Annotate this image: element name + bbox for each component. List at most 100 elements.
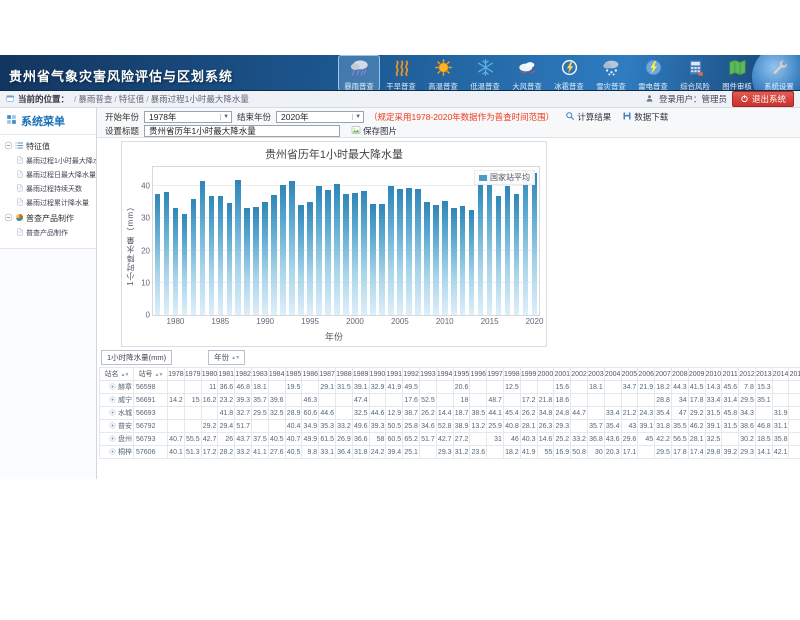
location-icon: [6, 94, 15, 104]
value-cell: 18.2: [503, 446, 520, 459]
chart-title-input[interactable]: 贵州省历年1小时最大降水量: [144, 125, 340, 137]
year-column-header[interactable]: 2007: [655, 368, 672, 381]
year-column-header[interactable]: 2012: [739, 368, 756, 381]
year-column-header[interactable]: 1993: [419, 368, 436, 381]
breadcrumb-item[interactable]: 特征值: [119, 94, 145, 104]
value-cell: [587, 394, 604, 407]
year-column-header[interactable]: 2013: [755, 368, 772, 381]
year-column-header[interactable]: 1994: [436, 368, 453, 381]
year-column-header[interactable]: 2015: [789, 368, 800, 381]
sidebar-group-2[interactable]: 普查产品制作: [0, 210, 96, 226]
year-column-header[interactable]: 2006: [638, 368, 655, 381]
year-column-header[interactable]: 2014: [772, 368, 789, 381]
measure-selector[interactable]: 1小时降水量(mm): [101, 350, 172, 365]
expand-plus-icon[interactable]: [109, 436, 116, 443]
nav-item-calculator[interactable]: 综合风险: [674, 55, 716, 91]
station-name-header[interactable]: 站名 ▲▼: [100, 368, 134, 381]
year-column-header[interactable]: 1979: [184, 368, 201, 381]
bar-2009: [433, 205, 439, 315]
value-cell: 39.1: [638, 420, 655, 433]
image-icon: [351, 125, 361, 137]
expand-plus-icon[interactable]: [109, 423, 116, 430]
year-column-header[interactable]: 1989: [352, 368, 369, 381]
expand-plus-icon[interactable]: [109, 410, 116, 417]
sidebar-item[interactable]: 暴雨过程日最大降水量: [0, 168, 96, 182]
expand-plus-icon[interactable]: [109, 397, 116, 404]
station-id: 56598: [134, 381, 168, 394]
refresh-button[interactable]: [778, 388, 795, 405]
calc-result-button[interactable]: 计算结果: [565, 111, 611, 123]
year-column-header[interactable]: 1982: [235, 368, 252, 381]
year-column-header[interactable]: 2008: [671, 368, 688, 381]
value-cell: 29.4: [218, 420, 235, 433]
nav-item-snow[interactable]: 雪灾普查: [590, 55, 632, 91]
year-column-header[interactable]: 1978: [168, 368, 185, 381]
year-column-header[interactable]: 1990: [369, 368, 386, 381]
value-cell: 34.8: [537, 407, 554, 420]
year-column-header[interactable]: 1980: [201, 368, 218, 381]
logout-button[interactable]: 退出系统: [732, 91, 794, 107]
data-download-button[interactable]: 数据下载: [622, 111, 668, 123]
year-column-header[interactable]: 1988: [335, 368, 352, 381]
breadcrumb-item[interactable]: 暴雨普查: [78, 94, 112, 104]
nav-item-wind[interactable]: 大风普查: [506, 55, 548, 91]
year-column-header[interactable]: 1996: [470, 368, 487, 381]
breadcrumb-separator: /: [74, 94, 76, 104]
sidebar-item[interactable]: 暴雨过程累计降水量: [0, 196, 96, 210]
nav-item-drought[interactable]: 干旱普查: [380, 55, 422, 91]
page-icon: [16, 228, 24, 238]
year-column-header[interactable]: 1986: [302, 368, 319, 381]
value-cell: 60.6: [302, 407, 319, 420]
sidebar-item[interactable]: 普查产品制作: [0, 226, 96, 240]
sidebar-group-1[interactable]: 特征值: [0, 138, 96, 154]
value-cell: 14.1: [755, 446, 772, 459]
nav-item-sun[interactable]: 高温普查: [422, 55, 464, 91]
year-column-header[interactable]: 1987: [319, 368, 336, 381]
year-column-header[interactable]: 1981: [218, 368, 235, 381]
end-year-select[interactable]: 2020年 ▼: [276, 111, 364, 123]
year-column-header[interactable]: 2003: [587, 368, 604, 381]
year-column-header[interactable]: 2009: [688, 368, 705, 381]
nav-item-lightning[interactable]: 雷电普查: [632, 55, 674, 91]
value-cell: [251, 420, 268, 433]
station-id-header[interactable]: 站号 ▲▼: [134, 368, 168, 381]
sidebar: 系统菜单 特征值暴雨过程1小时最大降水量暴雨过程日最大降水量暴雨过程持续天数暴雨…: [0, 108, 97, 479]
year-column-header[interactable]: 1995: [453, 368, 470, 381]
sidebar-item[interactable]: 暴雨过程1小时最大降水量: [0, 154, 96, 168]
start-year-select[interactable]: 1978年 ▼: [144, 111, 232, 123]
nav-item-map[interactable]: 图件审核: [716, 55, 758, 91]
value-cell: 38.7: [403, 407, 420, 420]
year-column-header[interactable]: 2002: [571, 368, 588, 381]
value-cell: [335, 394, 352, 407]
value-cell: 31.5: [335, 381, 352, 394]
nav-item-wrench[interactable]: 系统设置: [758, 55, 800, 91]
year-sort-control[interactable]: 年份 ▲▼: [208, 350, 245, 365]
year-column-header[interactable]: 2000: [537, 368, 554, 381]
value-cell: 14.2: [168, 394, 185, 407]
calc-result-label: 计算结果: [577, 111, 611, 123]
expand-plus-icon[interactable]: [109, 449, 116, 456]
year-column-header[interactable]: 1998: [503, 368, 520, 381]
year-column-header[interactable]: 1997: [487, 368, 504, 381]
nav-item-rain[interactable]: 暴雨普查: [338, 55, 380, 91]
breadcrumb-item[interactable]: 暴雨过程1小时最大降水量: [151, 94, 249, 104]
table-row: 桐梓5760640.151.317.228.233.241.127.640.59…: [100, 446, 800, 459]
year-column-header[interactable]: 2010: [705, 368, 722, 381]
year-column-header[interactable]: 1983: [251, 368, 268, 381]
year-column-header[interactable]: 1985: [285, 368, 302, 381]
nav-item-hail[interactable]: 冰雹普查: [548, 55, 590, 91]
year-column-header[interactable]: 1999: [520, 368, 537, 381]
year-column-header[interactable]: 2001: [554, 368, 571, 381]
year-column-header[interactable]: 2011: [722, 368, 739, 381]
nav-item-snowflake[interactable]: 低温普查: [464, 55, 506, 91]
year-column-header[interactable]: 1984: [268, 368, 285, 381]
power-icon: [740, 94, 749, 104]
year-column-header[interactable]: 2005: [621, 368, 638, 381]
expand-plus-icon[interactable]: [109, 384, 116, 391]
sidebar-item[interactable]: 暴雨过程持续天数: [0, 182, 96, 196]
save-image-button[interactable]: 保存图片: [351, 125, 397, 137]
sort-icons: ▲▼: [121, 372, 129, 378]
year-column-header[interactable]: 1992: [403, 368, 420, 381]
year-column-header[interactable]: 2004: [604, 368, 621, 381]
year-column-header[interactable]: 1991: [386, 368, 403, 381]
